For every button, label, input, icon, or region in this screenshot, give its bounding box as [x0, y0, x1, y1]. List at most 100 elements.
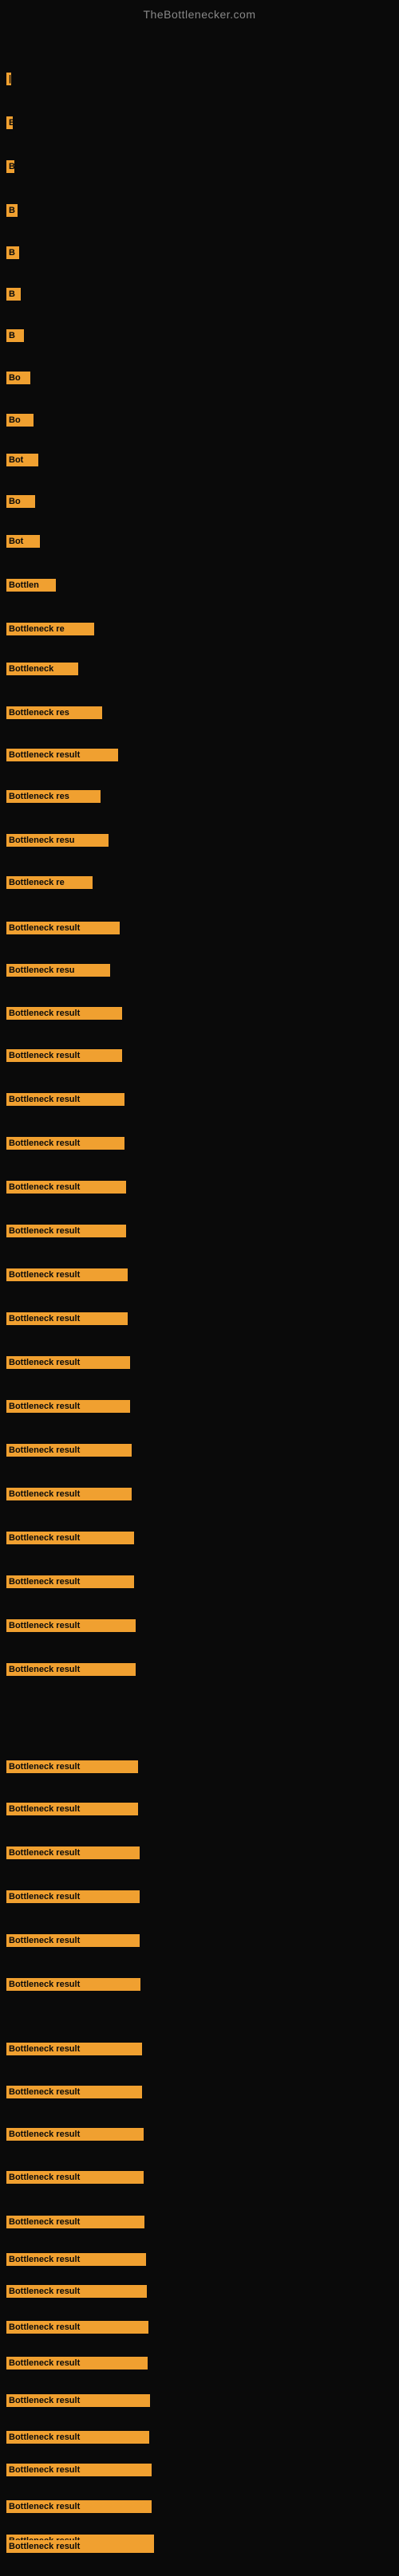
- bar-row: Bottleneck result: [6, 1532, 134, 1544]
- bar-row: Bot: [6, 535, 40, 548]
- bars-area: | B B B B B B Bo Bo Bot Bo: [0, 25, 399, 2576]
- bar-row: Bottleneck re: [6, 623, 94, 635]
- bar-row: Bottleneck result: [6, 2431, 149, 2444]
- bar-label: Bo: [6, 372, 30, 384]
- bar-row: Bottleneck result: [6, 2464, 152, 2476]
- bar-row: Bo: [6, 372, 30, 384]
- bar-label: Bottleneck result: [6, 2431, 149, 2444]
- bar-label: Bottleneck resu: [6, 834, 109, 847]
- bar-row: Bottleneck result: [6, 1934, 140, 1947]
- bar-label: Bottleneck result: [6, 2285, 147, 2298]
- bar-row: Bottleneck result: [6, 1137, 124, 1150]
- bar-row: Bottleneck result: [6, 749, 118, 761]
- bar-row: Bottleneck result: [6, 1760, 138, 1773]
- bar-row: Bottleneck result: [6, 2285, 147, 2298]
- bar-row: Bottleneck result: [6, 2253, 146, 2266]
- bar-row: Bottleneck result: [6, 1846, 140, 1859]
- bar-row: Bo: [6, 495, 35, 508]
- bar-label: Bottleneck result: [6, 2464, 152, 2476]
- bar-label: Bot: [6, 454, 38, 466]
- bar-label: Bottleneck result: [6, 2216, 144, 2228]
- bar-label: B: [6, 160, 14, 173]
- bar-row: B: [6, 116, 13, 129]
- bar-label: B: [6, 288, 21, 301]
- bar-row: Bottleneck result: [6, 2321, 148, 2334]
- bar-label: Bottleneck result: [6, 1007, 122, 1020]
- bar-row: Bottleneck result: [6, 2500, 152, 2513]
- bar-row: Bottleneck resu: [6, 834, 109, 847]
- bar-row: B: [6, 329, 24, 342]
- bar-row: Bottleneck result: [6, 1575, 134, 1588]
- bar-row: Bottleneck result: [6, 1488, 132, 1500]
- bar-label: Bottleneck result: [6, 1663, 136, 1676]
- bar-label: Bottleneck res: [6, 790, 101, 803]
- bar-row: Bottleneck re: [6, 876, 93, 889]
- bar-label: Bottleneck result: [6, 2321, 148, 2334]
- bar-label: Bottleneck result: [6, 2253, 146, 2266]
- bar-label: B: [6, 204, 18, 217]
- bar-row: Bottleneck resu: [6, 964, 110, 977]
- bar-label: Bottleneck result: [6, 2128, 144, 2141]
- bar-row: Bottleneck result: [6, 2171, 144, 2184]
- bar-row: Bottleneck res: [6, 706, 102, 719]
- bar-label: B: [6, 246, 19, 259]
- bar-row: Bottleneck result: [6, 1356, 130, 1369]
- bar-row: Bottleneck result: [6, 1400, 130, 1413]
- bar-label: Bottleneck result: [6, 922, 120, 934]
- bar-row: Bottleneck result: [6, 1093, 124, 1106]
- bar-label: Bottleneck result: [6, 2500, 152, 2513]
- bar-label: Bottleneck result: [6, 1312, 128, 1325]
- bar-label: Bottleneck re: [6, 876, 93, 889]
- bar-label: Bottlen: [6, 579, 56, 592]
- bar-row: Bottleneck result: [6, 1619, 136, 1632]
- bar-row: Bottleneck result: [6, 2216, 144, 2228]
- bar-label: Bo: [6, 414, 34, 427]
- bar-label: Bottleneck result: [6, 2357, 148, 2370]
- bar-row: Bottlen: [6, 579, 56, 592]
- bar-row: Bottleneck result: [6, 2086, 142, 2098]
- bar-label: Bottleneck result: [6, 2171, 144, 2184]
- bar-row: Bottleneck result: [6, 1978, 140, 1991]
- bar-row: B: [6, 160, 14, 173]
- page-wrapper: TheBottlenecker.com | B B B B B B Bo Bo: [0, 0, 399, 2576]
- bar-row: Bottleneck res: [6, 790, 101, 803]
- bar-row: Bottleneck result: [6, 1268, 128, 1281]
- bar-row: Bottleneck result: [6, 1890, 140, 1903]
- bar-row: B: [6, 246, 19, 259]
- bar-row: Bottleneck result: [6, 2394, 150, 2407]
- bar-label: Bottleneck result: [6, 1890, 140, 1903]
- bar-label: Bottleneck resu: [6, 964, 110, 977]
- bar-label: Bottleneck result: [6, 1093, 124, 1106]
- bar-row: B: [6, 204, 18, 217]
- bar-row: B: [6, 288, 21, 301]
- bar-label: Bottleneck result: [6, 1225, 126, 1237]
- bar-label: Bottleneck result: [6, 1846, 140, 1859]
- bar-label: Bottleneck result: [6, 1049, 122, 1062]
- bar-label: Bottleneck result: [6, 1181, 126, 1194]
- bar-label: Bottleneck result: [6, 1575, 134, 1588]
- bar-label: Bot: [6, 535, 40, 548]
- bar-row: Bottleneck result: [6, 1663, 136, 1676]
- bar-label: Bottleneck result: [6, 1760, 138, 1773]
- bar-row: Bottleneck result: [6, 1312, 128, 1325]
- bar-label: B: [6, 329, 24, 342]
- bar-row: Bottleneck result: [6, 922, 120, 934]
- bar-row: Bot: [6, 454, 38, 466]
- bar-label: Bottleneck result: [6, 2086, 142, 2098]
- bar-row: Bottleneck result: [6, 1181, 126, 1194]
- bar-label: |: [6, 73, 11, 85]
- bar-label: Bottleneck result: [6, 1444, 132, 1457]
- bar-row: Bottleneck result: [6, 2043, 142, 2055]
- bar-row: Bottleneck result: [6, 1803, 138, 1815]
- site-title: TheBottlenecker.com: [0, 0, 399, 25]
- bar-label: Bo: [6, 495, 35, 508]
- bar-label: Bottleneck result: [6, 1356, 130, 1369]
- bar-label: Bottleneck result: [6, 749, 118, 761]
- bar-label: Bottleneck result: [6, 1532, 134, 1544]
- bar-label: Bottleneck: [6, 663, 78, 675]
- bar-row: Bottleneck result: [6, 1225, 126, 1237]
- bar-row: Bottleneck result: [6, 2357, 148, 2370]
- bar-row: Bottleneck: [6, 663, 78, 675]
- bar-label: Bottleneck result: [6, 1619, 136, 1632]
- bar-row: Bottleneck result: [6, 1007, 122, 1020]
